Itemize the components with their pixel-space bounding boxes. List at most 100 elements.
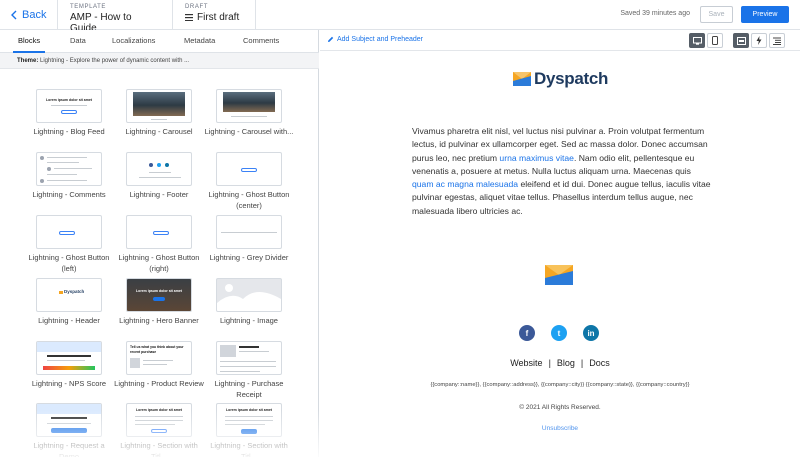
envelope-logo-icon (545, 265, 573, 285)
email-body-text[interactable]: Vivamus pharetra elit nisl, vel luctus n… (412, 125, 712, 218)
block-thumbnail (216, 152, 282, 186)
block-thumbnail: Lorem ipsum dolor sit amet (126, 278, 192, 312)
block-carousel-with[interactable]: Lightning - Carousel with... (205, 89, 293, 137)
top-bar: Back TEMPLATE AMP - How to Guide DRAFT F… (0, 0, 800, 34)
body-link[interactable]: urna maximus vitae (499, 153, 574, 163)
desktop-icon (692, 36, 702, 45)
block-thumbnail: Dyspatch (36, 278, 102, 312)
draft-crumb[interactable]: DRAFT First draft (173, 0, 256, 30)
block-label: Lightning - Comments (32, 190, 106, 199)
text-lines-icon (773, 37, 781, 45)
thumb-logo-text: Dyspatch (64, 289, 85, 294)
block-label: Lightning - Section with Titl... (120, 441, 198, 457)
body-link[interactable]: quam ac magna malesuada (412, 179, 518, 189)
thumb-heading: Lorem ipsum dolor sit amet (46, 98, 92, 102)
email-editor: Add Subject and Preheader Dyspatch Vivam… (320, 30, 800, 457)
tab-blocks[interactable]: Blocks (18, 36, 40, 45)
linkedin-icon[interactable]: in (583, 325, 599, 341)
block-thumbnail (216, 215, 282, 249)
block-request-demo[interactable]: Lightning - Request a Demo (33, 403, 105, 457)
add-subject-label: Add Subject and Preheader (337, 36, 424, 43)
block-header[interactable]: Dyspatch Lightning - Header (36, 278, 102, 326)
block-label: Lightning - Grey Divider (209, 253, 289, 262)
block-carousel[interactable]: Lightning - Carousel (125, 89, 193, 137)
block-thumbnail (36, 403, 102, 437)
block-label: Lightning - Purchase Receipt (214, 379, 284, 399)
draft-name: First draft (197, 12, 240, 23)
block-label: Lightning - Blog Feed (33, 127, 105, 136)
block-label: Lightning - Ghost Button (left) (28, 253, 110, 273)
block-comments[interactable]: Lightning - Comments (32, 152, 106, 200)
saved-status: Saved 39 minutes ago (620, 10, 690, 17)
unsubscribe-link[interactable]: Unsubscribe (320, 425, 800, 432)
plain-text-view-button[interactable] (769, 33, 785, 48)
amp-view-button[interactable] (751, 33, 767, 48)
block-label: Lightning - Image (220, 316, 278, 325)
pencil-icon (328, 36, 334, 42)
footer-separator: | (548, 358, 551, 368)
draft-caption: DRAFT (185, 4, 208, 10)
block-thumbnail: Tell us what you think about your recent… (126, 341, 192, 375)
block-product-review[interactable]: Tell us what you think about your recent… (114, 341, 204, 389)
block-nps-score[interactable]: Lightning - NPS Score (32, 341, 106, 389)
block-label: Lightning - Hero Banner (119, 316, 199, 325)
block-label: Lightning - Product Review (114, 379, 204, 388)
email-logo[interactable]: Dyspatch (513, 69, 608, 89)
mobile-view-button[interactable] (707, 33, 723, 48)
block-ghost-button-center[interactable]: Lightning - Ghost Button (center) (209, 152, 289, 211)
block-label: Lightning - Footer (129, 190, 189, 199)
block-hero-banner[interactable]: Lorem ipsum dolor sit amet Lightning - H… (119, 278, 199, 326)
image-placeholder-icon (217, 284, 281, 311)
block-grey-divider[interactable]: Lightning - Grey Divider (210, 215, 288, 263)
panel-tabs: Blocks Data Localizations Metadata Comme… (0, 30, 319, 53)
block-thumbnail (36, 215, 102, 249)
template-caption: TEMPLATE (70, 4, 107, 10)
block-footer[interactable]: Lightning - Footer (126, 152, 192, 200)
add-subject-button[interactable]: Add Subject and Preheader (327, 36, 423, 43)
editor-toolbar: Add Subject and Preheader (320, 30, 800, 51)
twitter-icon[interactable]: t (551, 325, 567, 341)
block-thumbnail (126, 215, 192, 249)
email-view-button[interactable] (733, 33, 749, 48)
block-ghost-button-right[interactable]: Lightning - Ghost Button (right) (119, 215, 199, 274)
draft-name-row: First draft (185, 12, 243, 23)
block-image[interactable]: Lightning - Image (216, 278, 282, 326)
block-blog-feed[interactable]: Lorem ipsum dolor sit amet Lightning - B… (33, 89, 105, 137)
back-button[interactable]: Back (0, 0, 58, 30)
preview-button[interactable]: Preview (741, 6, 789, 23)
block-label: Lightning - Ghost Button (center) (208, 190, 290, 210)
template-crumb[interactable]: TEMPLATE AMP - How to Guide (58, 0, 173, 34)
block-purchase-receipt[interactable]: Lightning - Purchase Receipt (215, 341, 283, 400)
block-label: Lightning - Carousel (125, 127, 193, 136)
menu-icon (185, 14, 193, 21)
save-button[interactable]: Save (700, 6, 733, 23)
dyspatch-logo-icon (513, 72, 531, 86)
block-thumbnail (216, 278, 282, 312)
tab-metadata[interactable]: Metadata (184, 36, 215, 45)
block-thumbnail: Lorem ipsum dolor sit amet (36, 89, 102, 123)
block-label: Lightning - Request a Demo (33, 441, 105, 457)
block-thumbnail (126, 152, 192, 186)
footer-link-blog[interactable]: Blog (557, 358, 575, 368)
footer-separator: | (580, 358, 584, 368)
block-thumbnail (216, 341, 282, 375)
thumb-heading: Lorem ipsum dolor sit amet (136, 289, 182, 293)
block-thumbnail (126, 89, 192, 123)
block-ghost-button-left[interactable]: Lightning - Ghost Button (left) (29, 215, 109, 274)
block-section-with-title-2[interactable]: Lorem ipsum dolor sit amet Lightning - S… (210, 403, 288, 457)
theme-text: Lightning - Explore the power of dynamic… (40, 58, 190, 64)
tab-localizations[interactable]: Localizations (112, 36, 155, 45)
back-label: Back (22, 9, 47, 21)
facebook-icon[interactable]: f (519, 325, 535, 341)
tab-comments[interactable]: Comments (243, 36, 279, 45)
footer-link-docs[interactable]: Docs (589, 358, 610, 368)
tab-data[interactable]: Data (70, 36, 86, 45)
block-label: Lightning - Header (38, 316, 100, 325)
block-section-with-title-1[interactable]: Lorem ipsum dolor sit amet Lightning - S… (120, 403, 198, 457)
logo-text: Dyspatch (534, 69, 609, 88)
footer-links: Website | Blog | Docs (320, 358, 800, 368)
footer-link-website[interactable]: Website (510, 358, 542, 368)
editor-fade (320, 410, 800, 457)
desktop-view-button[interactable] (689, 33, 705, 48)
blocks-panel: Blocks Data Localizations Metadata Comme… (0, 30, 319, 457)
